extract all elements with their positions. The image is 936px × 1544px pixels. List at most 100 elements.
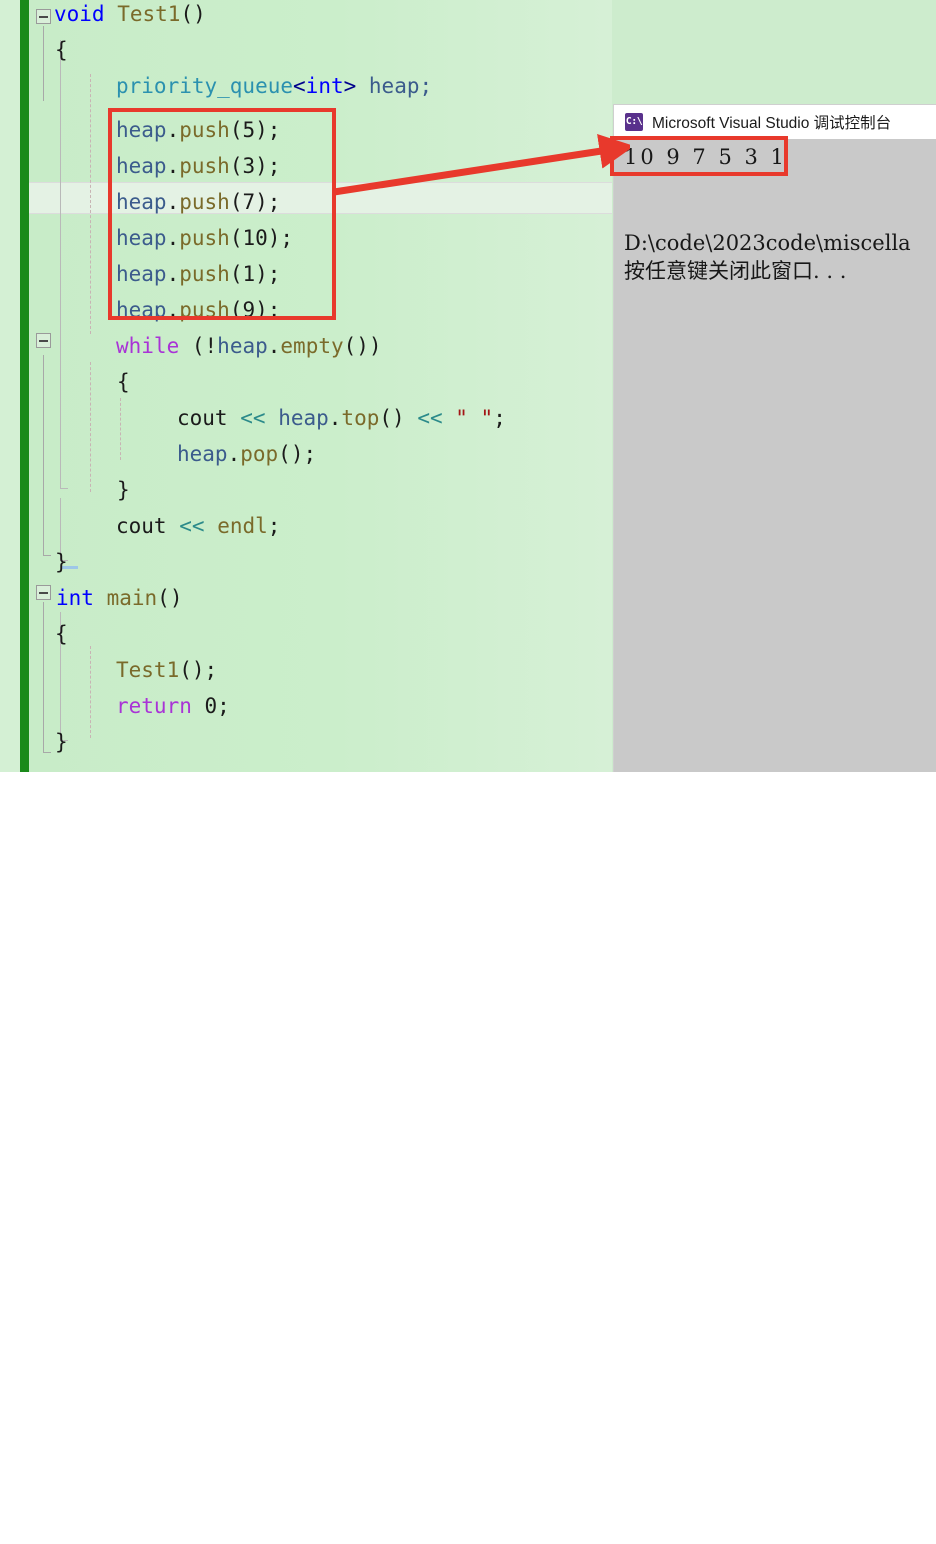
token-operator-shift: <<: [179, 514, 205, 538]
token-keyword-void: void: [54, 2, 105, 26]
code-line-priority-queue-decl[interactable]: priority_queue<int> heap;: [116, 68, 432, 104]
code-line-test1-close-brace[interactable]: }: [55, 544, 68, 580]
token-arg-9: (9);: [229, 298, 281, 322]
code-line-return-zero[interactable]: return 0;: [116, 688, 230, 724]
code-line-cout-top[interactable]: cout << heap.top() << " ";: [177, 400, 506, 436]
code-line-void-test1[interactable]: void Test1(): [54, 0, 206, 32]
token-angle-open: <: [293, 74, 306, 98]
token-dot: .: [267, 334, 281, 358]
token-cout: cout: [177, 406, 228, 430]
token-keyword-int: int: [56, 586, 94, 610]
debug-console-window[interactable]: C:\ Microsoft Visual Studio 调试控制台 10 9 7…: [613, 104, 936, 772]
code-line-cout-endl[interactable]: cout << endl;: [116, 508, 280, 544]
token-function-push: push: [179, 262, 230, 286]
code-line-push-5[interactable]: heap.push(5);: [116, 112, 280, 148]
token-arg-1: (1);: [229, 262, 281, 286]
token-angle-close: >: [343, 74, 357, 98]
token-variable-heap: heap: [217, 334, 268, 358]
token-arg-7: (7);: [229, 190, 281, 214]
token-variable-heap: heap: [116, 298, 167, 322]
token-parens: (): [157, 586, 183, 610]
token-function-push: push: [179, 226, 230, 250]
console-output-heap-values: 10 9 7 5 3 1: [624, 145, 787, 169]
token-string-space: " ": [455, 406, 494, 430]
token-variable-heap: heap: [177, 442, 228, 466]
token-semicolon: ;: [267, 514, 281, 538]
token-dot: .: [166, 298, 180, 322]
token-dot: .: [166, 154, 180, 178]
token-brace-close: }: [55, 550, 68, 574]
token-control-while: while: [116, 334, 180, 358]
code-line-while-open-brace[interactable]: {: [117, 364, 130, 400]
token-call-parens: ();: [278, 442, 317, 466]
token-variable-heap-decl: heap;: [356, 74, 433, 98]
token-bang: !: [204, 334, 218, 358]
console-app-icon: C:\: [625, 113, 643, 131]
token-function-push: push: [179, 298, 230, 322]
console-output-area[interactable]: 10 9 7 5 3 1 D:\code\2023code\miscella 按…: [614, 139, 936, 772]
code-line-push-3[interactable]: heap.push(3);: [116, 148, 280, 184]
code-line-main-close-brace[interactable]: }: [55, 724, 68, 760]
token-dot: .: [166, 190, 180, 214]
token-endl: endl: [217, 514, 268, 538]
token-cout: cout: [116, 514, 167, 538]
code-line-push-7[interactable]: heap.push(7);: [116, 184, 280, 220]
code-line-int-main[interactable]: int main(): [56, 580, 182, 616]
code-line-while[interactable]: while (!heap.empty()): [116, 328, 382, 364]
token-arg-10: (10);: [229, 226, 294, 250]
code-line-push-1[interactable]: heap.push(1);: [116, 256, 280, 292]
token-brace-close: }: [117, 478, 130, 502]
token-arg-5: (5);: [229, 118, 281, 142]
code-line-while-close-brace[interactable]: }: [117, 472, 130, 508]
token-function-push: push: [179, 118, 230, 142]
token-paren-close: ()): [343, 334, 382, 358]
code-line-test1-open-brace[interactable]: {: [55, 32, 68, 68]
token-dot: .: [166, 226, 180, 250]
token-dot: .: [328, 406, 342, 430]
token-variable-heap: heap: [116, 226, 167, 250]
token-variable-heap: heap: [116, 118, 167, 142]
token-paren-open: (: [179, 334, 205, 358]
token-parens: (): [379, 406, 405, 430]
token-brace-open: {: [55, 622, 68, 646]
token-variable-heap: heap: [278, 406, 329, 430]
token-dot: .: [166, 262, 180, 286]
token-function-pop: pop: [240, 442, 279, 466]
token-variable-heap: heap: [116, 190, 167, 214]
token-keyword-int: int: [305, 74, 344, 98]
token-operator-shift: <<: [417, 406, 443, 430]
token-arg-3: (3);: [229, 154, 281, 178]
token-function-empty: empty: [280, 334, 344, 358]
token-variable-heap: heap: [116, 262, 167, 286]
console-output-exe-path: D:\code\2023code\miscella: [624, 231, 911, 255]
code-line-call-test1[interactable]: Test1();: [116, 652, 217, 688]
code-line-pop[interactable]: heap.pop();: [177, 436, 316, 472]
token-function-main: main: [106, 586, 158, 610]
token-brace-close: }: [55, 730, 68, 754]
token-function-test1: Test1: [116, 658, 180, 682]
token-brace-open: {: [117, 370, 130, 394]
token-operator-shift: <<: [240, 406, 266, 430]
token-semicolon: ;: [493, 406, 506, 430]
token-function-push: push: [179, 190, 230, 214]
code-line-push-10[interactable]: heap.push(10);: [116, 220, 293, 256]
console-title-bar[interactable]: C:\ Microsoft Visual Studio 调试控制台: [614, 105, 936, 139]
console-title-text: Microsoft Visual Studio 调试控制台: [652, 115, 892, 132]
token-number-zero: 0: [204, 694, 218, 718]
code-line-push-9[interactable]: heap.push(9);: [116, 292, 280, 328]
token-brace-open: {: [55, 38, 68, 62]
token-type-priority-queue: priority_queue: [116, 74, 294, 98]
code-line-main-open-brace[interactable]: {: [55, 616, 68, 652]
token-variable-heap: heap: [116, 154, 167, 178]
token-function-top: top: [341, 406, 380, 430]
token-control-return: return: [116, 694, 192, 718]
console-output-close-prompt: 按任意键关闭此窗口. . .: [624, 259, 847, 283]
token-function-push: push: [179, 154, 230, 178]
token-dot: .: [227, 442, 241, 466]
token-dot: .: [166, 118, 180, 142]
token-semicolon: ;: [217, 694, 230, 718]
token-call-parens: ();: [179, 658, 218, 682]
token-function-test1: Test1: [117, 2, 181, 26]
console-icon-glyph: C:\: [625, 116, 643, 127]
